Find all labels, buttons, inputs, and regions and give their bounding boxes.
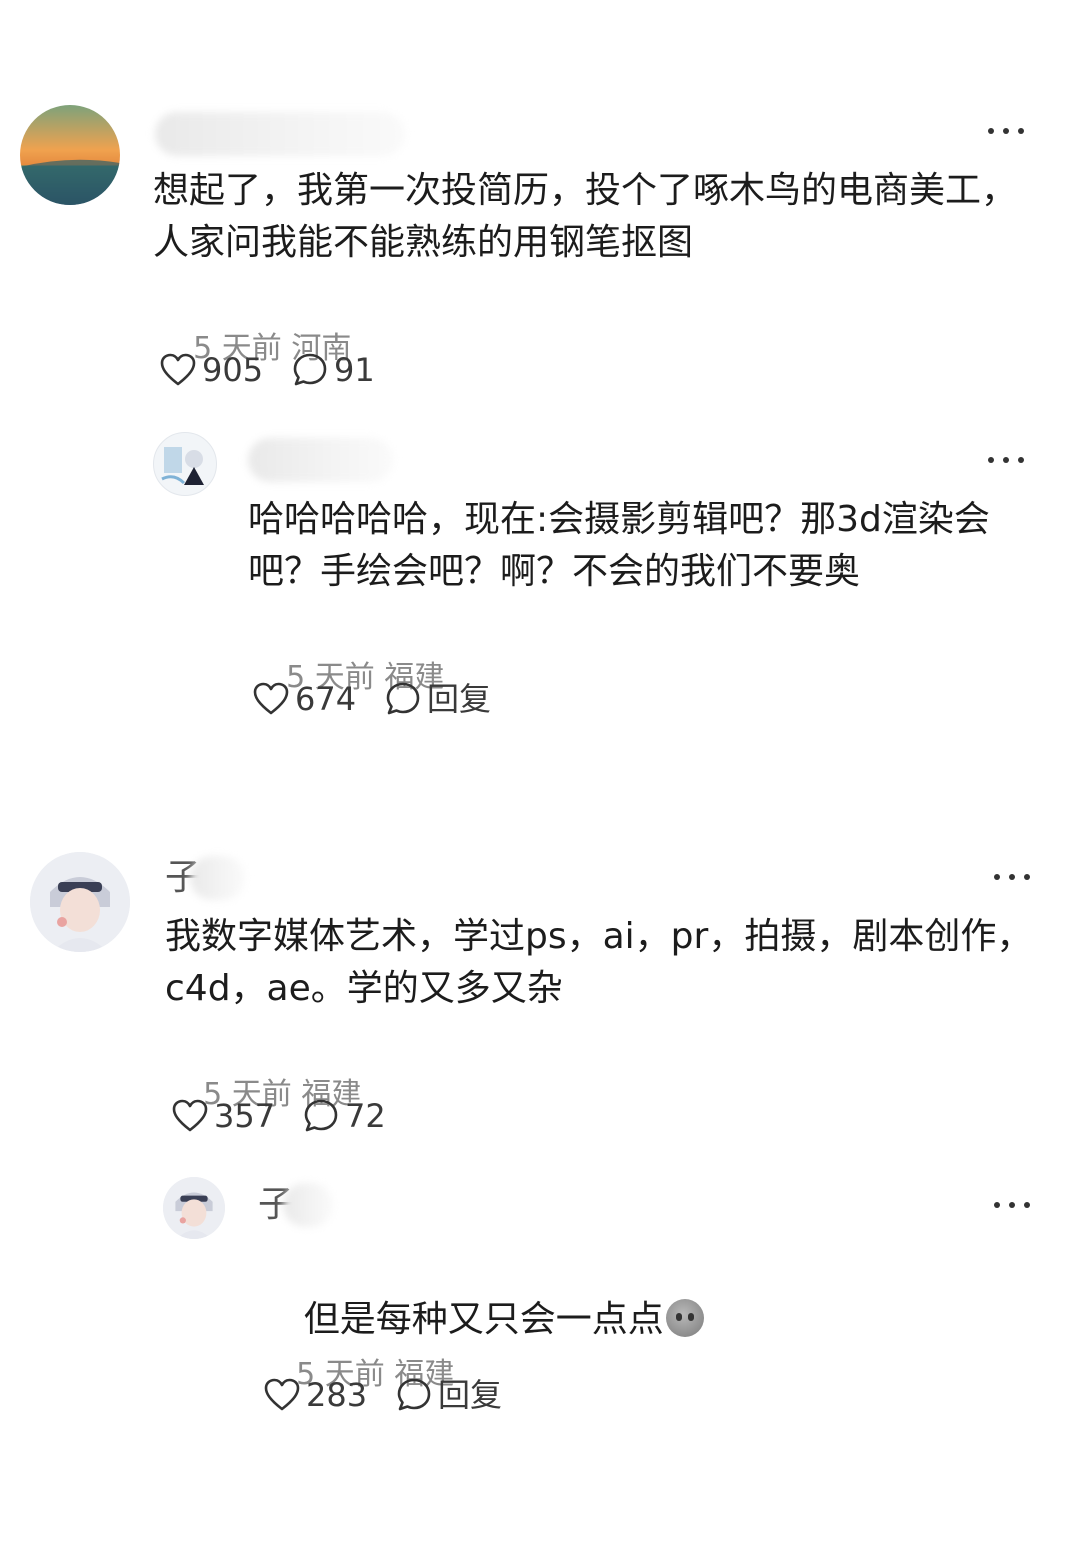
comment-bubble-icon: [386, 682, 420, 715]
comment-text: 我数字媒体艺术，学过ps，ai，pr，拍摄，剧本创作， c4d，ae。学的又多又…: [165, 916, 1033, 1009]
like-button[interactable]: 674: [253, 677, 356, 721]
username-blurred[interactable]: [248, 438, 393, 482]
comment-bubble-icon: [304, 1099, 338, 1132]
comment-bubble-icon: [293, 353, 327, 386]
username-blurred[interactable]: [190, 856, 245, 900]
like-button[interactable]: 357: [172, 1094, 275, 1138]
heart-icon: [172, 1099, 208, 1132]
like-count: 283: [306, 1376, 368, 1414]
reply-button[interactable]: 回复: [396, 1373, 502, 1417]
heart-icon: [160, 353, 196, 386]
avatar-image: [30, 852, 130, 952]
avatar-image: [20, 105, 120, 205]
reply-button[interactable]: 91: [292, 348, 375, 392]
user-avatar[interactable]: [20, 105, 120, 205]
reply-count: 91: [334, 351, 375, 389]
more-options-icon[interactable]: [986, 453, 1026, 467]
reply-button[interactable]: 回复: [385, 677, 491, 721]
reply-label: 回复: [427, 680, 492, 718]
reply-button[interactable]: 72: [303, 1094, 386, 1138]
comment-bubble-icon: [397, 1378, 431, 1411]
heart-icon: [264, 1378, 300, 1411]
reply-label: 回复: [438, 1376, 503, 1414]
like-count: 674: [295, 680, 357, 718]
heart-icon: [253, 682, 289, 715]
more-options-icon[interactable]: [986, 124, 1026, 138]
user-avatar[interactable]: [30, 852, 130, 952]
like-button[interactable]: 905: [160, 348, 263, 392]
user-avatar[interactable]: [163, 1177, 225, 1239]
like-count: 357: [214, 1097, 276, 1135]
sweat-face-emoji-icon: [665, 1299, 704, 1337]
more-options-icon[interactable]: [992, 870, 1032, 884]
user-avatar[interactable]: [153, 432, 217, 496]
username-blurred[interactable]: [155, 112, 405, 156]
like-count: 905: [202, 351, 264, 389]
reply-count: 72: [345, 1097, 386, 1135]
comment-text: 想起了，我第一次投简历，投个了啄木鸟的电商美工， 人家问我能不能熟练的用钢笔抠图: [153, 170, 1018, 263]
avatar-image: [163, 1177, 225, 1239]
more-options-icon[interactable]: [992, 1198, 1032, 1212]
avatar-image: [161, 447, 204, 485]
like-button[interactable]: 283: [264, 1373, 367, 1417]
username-blurred[interactable]: [283, 1183, 333, 1227]
comment-text: 哈哈哈哈哈，现在:会摄影剪辑吧？那3d渲染会 吧？手绘会吧？啊？不会的我们不要奥: [248, 499, 990, 592]
